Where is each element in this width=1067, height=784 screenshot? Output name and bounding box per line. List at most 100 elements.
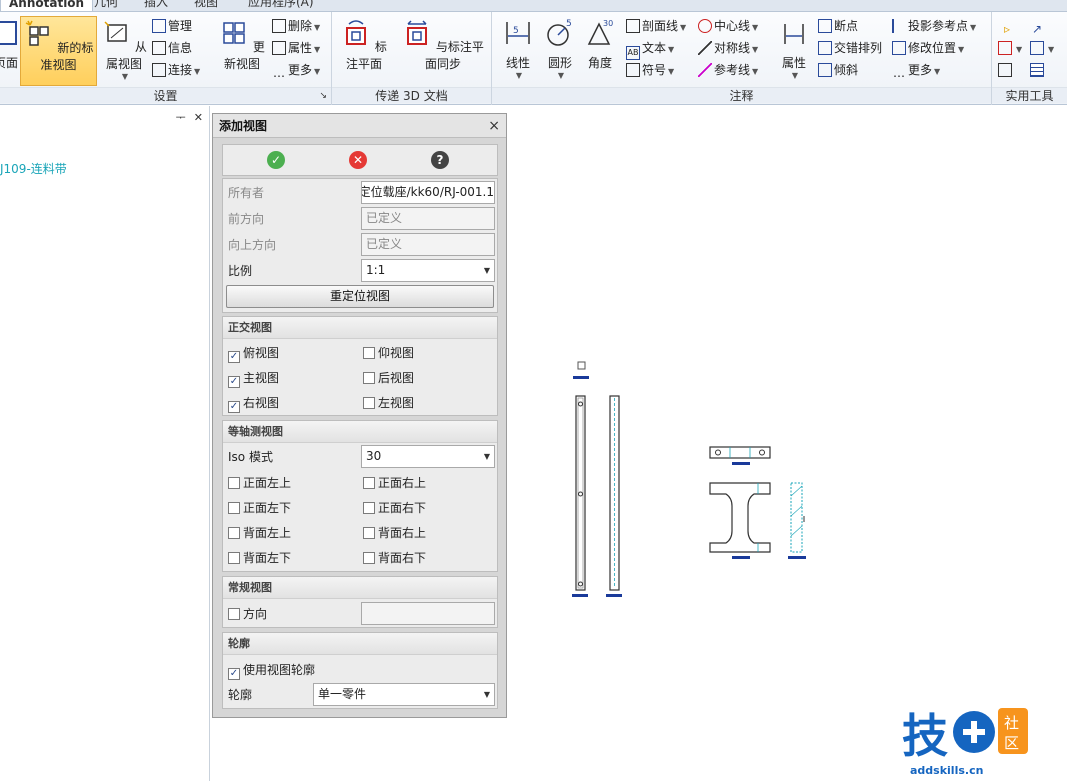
from-view-button[interactable]: 从属视图 ▼ — [98, 16, 150, 86]
tab-apps[interactable]: 应用程序(A) — [240, 0, 322, 11]
tab-view[interactable]: 视图 — [186, 0, 226, 11]
front-direction-field[interactable]: 已定义 — [361, 207, 495, 230]
ok-icon[interactable]: ✓ — [267, 151, 285, 169]
orthographic-header: 正交视图 — [223, 317, 497, 339]
checkbox-box: ✓ — [228, 351, 240, 363]
symmetry-line-label: 对称线 — [714, 41, 751, 55]
more-button[interactable]: … 更多 ▼ — [272, 60, 320, 80]
circle-dim-button[interactable]: 5 圆形 ▼ — [542, 16, 578, 86]
chevron-down-icon: ▼ — [1048, 45, 1055, 54]
section-line-button[interactable]: 剖面线 ▼ — [626, 16, 686, 36]
up-direction-field[interactable]: 已定义 — [361, 233, 495, 256]
iso-back-left-up-checkbox[interactable]: 背面左上 — [228, 523, 291, 543]
logo-side-text-1: 社 — [1004, 714, 1019, 732]
annotation-plane-icon — [346, 20, 367, 45]
select-tool-button[interactable]: ▹ — [1000, 16, 1016, 36]
symbol-button[interactable]: 符号 ▼ — [626, 60, 674, 80]
annotation-plane-button[interactable]: 标注平面 — [336, 16, 392, 86]
info-icon — [152, 41, 166, 55]
edit-tool-button[interactable]: ▼ — [998, 38, 1022, 58]
iso-front-left-up-checkbox[interactable]: 正面左上 — [228, 473, 291, 493]
connect-icon — [152, 63, 166, 77]
arrow-icon: ↗ — [1031, 22, 1043, 36]
checkbox-box — [363, 527, 375, 539]
chevron-down-icon: ▼ — [752, 67, 759, 76]
front-view[interactable] — [572, 395, 588, 597]
chevron-down-icon: ▼ — [934, 67, 941, 76]
section-view[interactable] — [709, 482, 771, 559]
back-view-checkbox[interactable]: 后视图 — [363, 368, 414, 388]
modify-position-label: 修改位置 — [908, 41, 957, 55]
reposition-view-button[interactable]: 重定位视图 — [226, 285, 494, 308]
outline-label: 轮廓 — [228, 688, 253, 702]
front-view-checkbox[interactable]: ✓ 主视图 — [228, 368, 279, 388]
section-line-icon — [626, 19, 640, 33]
symmetry-line-button[interactable]: 对称线 ▼ — [698, 38, 758, 58]
annotation-more-label: 更多 — [908, 63, 933, 77]
iso-front-left-down-checkbox[interactable]: 正面左下 — [228, 498, 291, 518]
drawing-canvas[interactable] — [508, 106, 1067, 781]
delete-button[interactable]: 删除 ▼ — [272, 16, 320, 36]
iso-mode-select[interactable]: 30 — [361, 445, 495, 468]
right-view-checkbox[interactable]: ✓ 右视图 — [228, 393, 279, 413]
properties-button[interactable]: 属性 ▼ — [272, 38, 320, 58]
scale-select[interactable]: 1:1 — [361, 259, 495, 282]
cancel-icon[interactable]: ✕ — [349, 151, 367, 169]
right-view[interactable] — [606, 395, 622, 597]
annotation-more-button[interactable]: … 更多 ▼ — [892, 60, 940, 80]
connect-button[interactable]: 连接 ▼ — [152, 60, 200, 80]
top-view[interactable] — [709, 446, 771, 465]
angle-dim-button[interactable]: 30 角度 — [582, 16, 618, 86]
dialog-launcher-icon[interactable]: ↘ — [319, 88, 327, 104]
tilt-icon — [818, 63, 832, 77]
annotation-properties-button[interactable]: 属性 ▼ — [774, 16, 814, 86]
tilt-button[interactable]: 倾斜 — [818, 60, 858, 80]
close-icon[interactable]: × — [488, 114, 500, 138]
centerline-button[interactable]: 中心线 ▼ — [698, 16, 758, 36]
view-properties-section: 所有者 定位载座/kk60/RJ-001.1 前方向 已定义 向上方向 已定义 … — [222, 178, 498, 313]
iso-back-left-down-checkbox[interactable]: 背面左下 — [228, 548, 291, 568]
tree-node[interactable]: J109-连料带 — [0, 160, 67, 177]
group-label-annotation: 注释 — [492, 87, 991, 103]
close-icon[interactable]: ✕ — [194, 111, 203, 124]
iso-front-right-up-checkbox[interactable]: 正面右上 — [363, 473, 426, 493]
layout-tool-button[interactable]: ▼ — [1030, 38, 1054, 58]
break-button[interactable]: 断点 — [818, 16, 858, 36]
sync-plane-button[interactable]: 与标注平面同步 — [398, 16, 488, 86]
tab-annotation[interactable]: Annotation — [0, 0, 94, 11]
projection-ref-button[interactable]: 投影参考点 ▼ — [892, 16, 976, 36]
reference-line-button[interactable]: 参考线 ▼ — [698, 60, 758, 80]
linear-dim-button[interactable]: 5 线性 ▼ — [498, 16, 538, 86]
stagger-button[interactable]: 交错排列 — [818, 38, 882, 58]
top-view-checkbox[interactable]: ✓ 俯视图 — [228, 343, 279, 363]
manage-button[interactable]: 管理 — [152, 16, 192, 36]
tab-insert[interactable]: 插入 — [136, 0, 176, 11]
table-tool-button[interactable] — [1030, 60, 1046, 80]
isometric-header: 等轴测视图 — [223, 421, 497, 443]
use-outline-checkbox[interactable]: ✓ 使用视图轮廓 — [228, 660, 315, 680]
left-view-checkbox[interactable]: 左视图 — [363, 393, 414, 413]
iso-back-right-down-checkbox[interactable]: 背面右下 — [363, 548, 426, 568]
page-button[interactable]: 页面 — [0, 16, 20, 86]
text-button[interactable]: AB 文本 ▼ — [626, 38, 674, 60]
help-icon[interactable]: ? — [431, 151, 449, 169]
iso-back-right-up-checkbox[interactable]: 背面右上 — [363, 523, 426, 543]
modify-position-button[interactable]: 修改位置 ▼ — [892, 38, 964, 58]
pin-icon[interactable]: ᅮ — [176, 109, 186, 125]
chevron-down-icon: ▼ — [791, 71, 799, 80]
bottom-view-checkbox[interactable]: 仰视图 — [363, 343, 414, 363]
frame-tool-button[interactable] — [998, 60, 1014, 80]
iso-front-right-down-checkbox[interactable]: 正面右下 — [363, 498, 426, 518]
tab-geometry[interactable]: 几何 — [86, 0, 126, 11]
arrow-tool-button[interactable]: ↗ — [1030, 16, 1046, 36]
direction-checkbox[interactable]: 方向 — [228, 604, 267, 624]
direction-field[interactable] — [361, 602, 495, 625]
outline-section: 轮廓 ✓ 使用视图轮廓 轮廓 单一零件 — [222, 632, 498, 709]
info-button[interactable]: 信息 — [152, 38, 192, 58]
owner-field[interactable]: 定位载座/kk60/RJ-001.1 — [361, 181, 495, 204]
side-view[interactable] — [788, 482, 806, 559]
new-standard-view-button[interactable]: 新的标准视图 — [20, 16, 97, 86]
outline-select[interactable]: 单一零件 — [313, 683, 495, 706]
tree-header: ᅮ ✕ — [0, 106, 209, 128]
update-view-button[interactable]: 更新视图 — [216, 16, 268, 86]
